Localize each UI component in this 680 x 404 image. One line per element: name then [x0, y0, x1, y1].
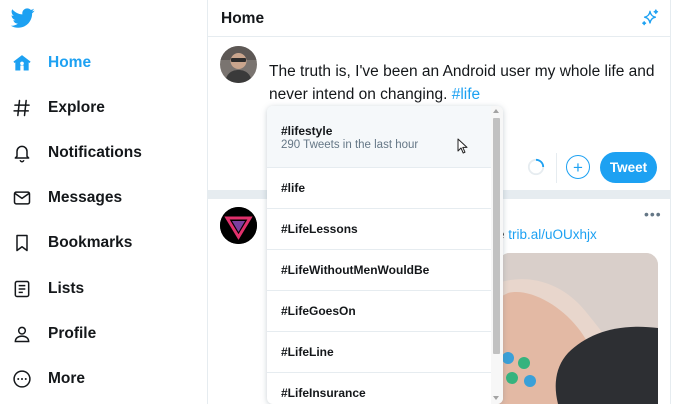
tweet-author-avatar[interactable] [220, 207, 257, 244]
header-divider [208, 36, 670, 37]
autocomplete-item[interactable]: #LifeLine [267, 332, 491, 373]
sidebar-item-explore[interactable]: Explore [0, 88, 200, 128]
sidebar-item-lists[interactable]: Lists [0, 269, 200, 309]
person-icon [10, 322, 34, 346]
autocomplete-tag: #life [281, 181, 306, 195]
autocomplete-item[interactable]: #LifeWithoutMenWouldBe [267, 250, 491, 291]
envelope-icon [10, 186, 34, 210]
autocomplete-tag: #LifeInsurance [281, 386, 366, 400]
autocomplete-item[interactable]: #LifeInsurance [267, 373, 491, 404]
sidebar-item-label: Home [48, 54, 92, 71]
twitter-logo-icon[interactable] [10, 6, 36, 30]
composer-separator [556, 153, 557, 183]
bell-icon [10, 141, 34, 165]
autocomplete-tag: #LifeGoesOn [281, 304, 356, 318]
autocomplete-item[interactable]: #life [267, 168, 491, 209]
sidebar-item-label: Profile [48, 325, 97, 342]
sidebar-item-label: Notifications [48, 144, 142, 161]
hashtag-icon [10, 96, 34, 120]
sparkle-icon[interactable] [640, 8, 660, 28]
list-icon [10, 277, 34, 301]
tweet-media-image[interactable] [498, 253, 658, 404]
sidebar-item-label: More [48, 370, 86, 387]
sidebar-item-label: Lists [48, 280, 85, 297]
tweet-link-url: trib.al/uOUxhjx [508, 227, 597, 242]
tweet-button[interactable]: Tweet [600, 152, 657, 183]
sidebar-item-notifications[interactable]: Notifications [0, 133, 200, 173]
sidebar-item-messages[interactable]: Messages [0, 178, 200, 218]
mouse-cursor-icon [457, 138, 468, 154]
autocomplete-tag: #LifeLine [281, 345, 334, 359]
sidebar-item-profile[interactable]: Profile [0, 314, 200, 354]
autocomplete-tag: #LifeWithoutMenWouldBe [281, 263, 430, 277]
autocomplete-tag: #LifeLessons [281, 222, 358, 236]
page-title: Home [221, 10, 265, 27]
character-count-ring-icon [527, 158, 545, 176]
autocomplete-tag: #lifestyle [281, 124, 333, 138]
scroll-down-arrow-icon[interactable] [493, 396, 499, 400]
scrollbar-thumb[interactable] [493, 118, 500, 354]
sidebar-item-label: Bookmarks [48, 234, 133, 251]
scroll-up-arrow-icon[interactable] [493, 109, 499, 113]
sidebar-divider [207, 0, 208, 404]
more-circle-icon [10, 367, 34, 391]
autocomplete-item[interactable]: #lifestyle 290 Tweets in the last hour [267, 106, 491, 168]
autocomplete-item[interactable]: #LifeGoesOn [267, 291, 491, 332]
autocomplete-tweet-count: 290 Tweets in the last hour [281, 139, 419, 151]
sidebar-item-more[interactable]: More [0, 359, 200, 399]
compose-hashtag: #life [451, 86, 481, 103]
sidebar-item-home[interactable]: Home [0, 43, 200, 83]
sidebar-item-label: Explore [48, 99, 105, 116]
tweet-link[interactable]: e trib.al/uOUxhjx [497, 227, 597, 242]
home-icon [10, 51, 34, 75]
sidebar-item-bookmarks[interactable]: Bookmarks [0, 223, 200, 263]
bookmark-icon [10, 231, 34, 255]
sidebar: Home Explore Notifications Messages Book… [0, 0, 207, 404]
avatar[interactable] [220, 46, 257, 83]
sidebar-item-label: Messages [48, 189, 123, 206]
compose-textarea[interactable]: The truth is, I've been an Android user … [269, 60, 664, 106]
main-right-divider [670, 0, 671, 404]
tweet-more-button[interactable]: ••• [644, 206, 662, 222]
add-thread-button[interactable]: + [566, 155, 590, 179]
autocomplete-item[interactable]: #LifeLessons [267, 209, 491, 250]
